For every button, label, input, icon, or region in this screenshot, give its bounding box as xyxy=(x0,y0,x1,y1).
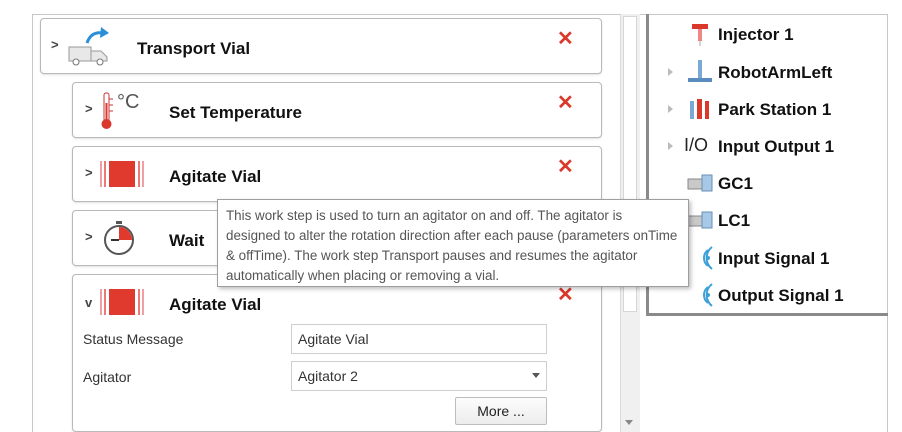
step-transport-vial[interactable]: > Transport Vial ✕ xyxy=(40,18,602,74)
tree-item-label: Park Station 1 xyxy=(718,100,832,119)
truck-icon xyxy=(68,27,109,66)
step-agitate-vial-expanded[interactable]: v Agitate Vial ✕ Status Message Agitate … xyxy=(72,274,602,432)
tree-item-label: GC1 xyxy=(718,174,753,193)
expand-arrow-icon[interactable] xyxy=(668,105,673,113)
step-title: Set Temperature xyxy=(169,103,302,122)
frame-top-border xyxy=(32,14,888,15)
step-title: Agitate Vial xyxy=(169,295,262,314)
delete-icon[interactable]: ✕ xyxy=(557,93,574,113)
expand-arrow-icon[interactable] xyxy=(668,142,673,150)
agitator-select[interactable]: Agitator 2 xyxy=(291,361,547,391)
status-message-field[interactable]: Agitate Vial xyxy=(291,324,547,354)
agitator-icon xyxy=(100,289,144,315)
chevron-down-icon[interactable]: v xyxy=(85,295,92,310)
tree-item-label: Input Output 1 xyxy=(718,137,835,156)
tree-item-label: Injector 1 xyxy=(718,25,794,44)
chevron-right-icon[interactable]: > xyxy=(85,229,93,244)
dropdown-arrow-icon[interactable] xyxy=(532,373,540,378)
tree-item-label: Input Signal 1 xyxy=(718,249,830,268)
frame-right-border xyxy=(887,14,888,432)
robot-arm-icon xyxy=(688,60,712,82)
tree-item-label: Output Signal 1 xyxy=(718,286,844,305)
pane-splitter-horizontal[interactable] xyxy=(646,313,888,316)
chevron-right-icon[interactable]: > xyxy=(85,165,93,180)
delete-icon[interactable]: ✕ xyxy=(557,157,574,177)
signal-icon xyxy=(703,246,713,270)
gc-icon xyxy=(687,174,713,192)
frame-left-border xyxy=(32,14,33,432)
step-title: Wait xyxy=(169,231,205,250)
chevron-right-icon[interactable]: > xyxy=(51,37,59,52)
injector-icon xyxy=(692,24,708,46)
lc-icon xyxy=(687,211,713,229)
thermometer-icon xyxy=(101,92,113,129)
expand-arrow-icon[interactable] xyxy=(668,68,673,76)
chevron-right-icon[interactable]: > xyxy=(85,101,93,116)
step-title: Agitate Vial xyxy=(169,167,262,186)
tree-item-label: LC1 xyxy=(718,211,751,230)
step-title: Transport Vial xyxy=(137,39,251,58)
temperature-unit: °C xyxy=(117,91,140,113)
io-icon: I/O xyxy=(684,135,709,155)
step-tooltip: This work step is used to turn an agitat… xyxy=(217,199,689,287)
step-agitate-vial[interactable]: > Agitate Vial ✕ xyxy=(72,146,602,202)
agitator-icon xyxy=(100,161,144,187)
more-button[interactable]: More ... xyxy=(455,397,547,425)
scroll-down-arrow-icon[interactable] xyxy=(625,420,633,425)
signal-icon xyxy=(703,283,713,307)
stopwatch-icon xyxy=(104,221,134,255)
tree-item-label: RobotArmLeft xyxy=(718,63,833,82)
agitator-label: Agitator xyxy=(83,369,132,385)
status-message-label: Status Message xyxy=(83,331,184,347)
agitator-selected-value: Agitator 2 xyxy=(298,368,358,384)
park-station-icon xyxy=(690,99,709,119)
step-set-temperature[interactable]: > °C Set Temperature ✕ xyxy=(72,82,602,138)
delete-icon[interactable]: ✕ xyxy=(557,29,574,49)
delete-icon[interactable]: ✕ xyxy=(557,285,574,305)
